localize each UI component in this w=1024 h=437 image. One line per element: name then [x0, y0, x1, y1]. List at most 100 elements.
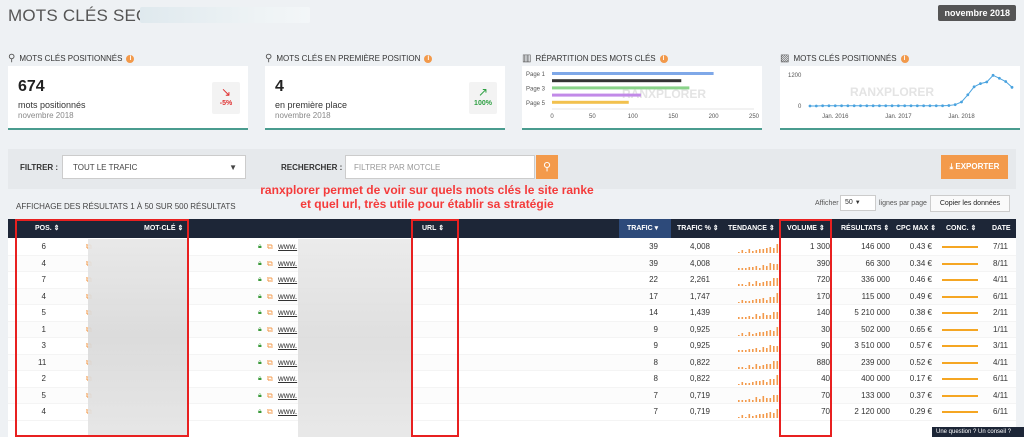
external-link-icon[interactable]: ⧉	[267, 404, 273, 420]
external-link-icon[interactable]: ⧉	[267, 338, 273, 354]
data-point	[859, 104, 862, 108]
trend-bar	[762, 347, 765, 352]
info-icon[interactable]: i	[424, 54, 433, 63]
cell-url-link[interactable]: www.	[278, 404, 297, 420]
trend-bar	[769, 329, 772, 336]
cell-url-link[interactable]: www.	[278, 338, 297, 354]
highlight-box-position-keyword	[15, 219, 189, 437]
trend-bar	[773, 394, 775, 402]
trend-bar	[752, 284, 754, 286]
cell-cpc: 0.29 €	[909, 407, 932, 416]
cell-cpc: 0.46 €	[909, 275, 932, 284]
trend-bar	[752, 399, 754, 402]
copy-data-button[interactable]: Copier les données	[930, 195, 1010, 212]
col-trafic-pct[interactable]: TRAFIC % ⇕	[677, 219, 719, 238]
cell-url-link[interactable]: www.	[278, 272, 297, 288]
help-chat-button[interactable]: Une question ? Un conseil ?	[932, 427, 1024, 437]
competition-bar	[942, 279, 978, 281]
external-link-icon[interactable]: ⧉	[267, 371, 273, 387]
cell-url-link[interactable]: www.	[278, 289, 297, 305]
trend-bar	[748, 398, 751, 402]
cell-cpc: 0.34 €	[909, 258, 932, 268]
trend-bar	[769, 363, 772, 369]
data-point	[947, 104, 951, 107]
cell-url-link[interactable]: www.	[278, 256, 297, 272]
external-link-icon[interactable]: ⧉	[267, 272, 273, 288]
trend-bar	[745, 417, 747, 418]
trend-bar	[752, 251, 754, 253]
info-icon[interactable]: i	[900, 54, 909, 63]
cell-trafic-pct: 4,008	[689, 258, 710, 268]
col-cpc[interactable]: CPC MAX ⇕	[896, 219, 936, 238]
lock-icon: 🔒︎	[258, 259, 262, 267]
cell-trafic: 7	[653, 390, 658, 400]
cell-date: 4/11	[993, 357, 1008, 367]
trend-bar	[762, 414, 765, 418]
trend-bar	[755, 298, 758, 303]
keyword-search-input[interactable]: FILTRER PAR MOTCLE	[345, 155, 535, 179]
search-button[interactable]: ⚲	[536, 155, 558, 179]
external-link-icon[interactable]: ⧉	[267, 388, 273, 404]
traffic-filter-select[interactable]: TOUT LE TRAFIC ▼	[62, 155, 246, 179]
cell-url-link[interactable]: www.	[278, 305, 297, 321]
data-point	[846, 104, 850, 108]
cell-cpc: 0.65 €	[909, 324, 932, 334]
external-link-icon[interactable]: ⧉	[267, 355, 273, 371]
trend-bar	[755, 332, 758, 336]
info-icon[interactable]: i	[126, 54, 135, 63]
card-distribution-title: ▥ RÉPARTITION DES MOTS CLÉS i	[522, 53, 668, 64]
per-page-select[interactable]: 50 ▼	[840, 195, 876, 211]
external-link-icon[interactable]: ⧉	[267, 289, 273, 305]
trend-bar	[773, 296, 775, 303]
cell-resultats: 3 510 000	[854, 341, 890, 350]
col-conc[interactable]: CONC. ⇕	[946, 219, 976, 238]
trend-bar	[755, 396, 758, 402]
trend-sparkline	[738, 375, 779, 385]
search-icon: ⚲	[265, 53, 273, 64]
export-button[interactable]: ⤓ EXPORTER	[941, 155, 1008, 179]
cell-url-link[interactable]: www.	[278, 388, 297, 404]
external-link-icon[interactable]: ⧉	[267, 256, 273, 272]
external-link-icon[interactable]: ⧉	[267, 239, 273, 255]
cell-resultats: 146 000	[861, 242, 890, 251]
x-tick-label: 50	[589, 114, 596, 120]
stat-label: en première place	[275, 100, 348, 110]
trend-bar	[748, 331, 751, 336]
data-point	[953, 103, 957, 107]
cell-trafic-pct: 0,822	[689, 357, 710, 367]
col-tendance[interactable]: TENDANCE ⇕	[728, 219, 775, 238]
trend-bar	[759, 414, 761, 418]
trend-bar	[773, 312, 775, 319]
distribution-bar-chart: RANXPLORERPage 1Page 3Page 50 50 100 150 200…	[526, 72, 760, 120]
trend-percent: -5%	[219, 100, 233, 107]
col-resultats[interactable]: RÉSULTATS ⇕	[841, 219, 889, 238]
competition-bar	[942, 246, 978, 248]
trend-bar	[762, 264, 765, 270]
cell-url-link[interactable]: www.	[278, 239, 297, 255]
cell-url-link[interactable]: www.	[278, 322, 297, 338]
trend-bar	[752, 366, 754, 369]
trend-bar	[759, 249, 761, 253]
external-link-icon[interactable]: ⧉	[267, 305, 273, 321]
evolution-chart-card: RANXPLORER 1200 0 Jan. 2016 Jan. 2017 Jan. 20…	[780, 66, 1020, 130]
col-trafic[interactable]: TRAFIC ▾	[619, 219, 671, 238]
data-point	[808, 104, 812, 108]
trend-bar	[762, 313, 765, 319]
stat-card-positioned: 674 mots positionnés novembre 2018 ↘ -5%	[8, 66, 248, 130]
blurred-urls	[298, 239, 413, 437]
cell-url-link[interactable]: www.	[278, 355, 297, 371]
trend-bar	[738, 317, 740, 319]
col-date[interactable]: DATE ⇕	[992, 219, 1016, 251]
trend-bar	[755, 348, 758, 352]
trend-bar	[766, 413, 768, 418]
trend-sparkline	[738, 244, 779, 253]
external-link-icon[interactable]: ⧉	[267, 322, 273, 338]
card-evolution-title: ▨ MOTS CLÉS POSITIONNÉS i	[780, 53, 909, 64]
competition-bar	[942, 345, 978, 347]
search-icon: ⚲	[8, 53, 16, 64]
data-point	[890, 104, 894, 108]
trend-chart-icon: ▨	[780, 53, 790, 64]
info-icon[interactable]: i	[659, 54, 668, 63]
cell-url-link[interactable]: www.	[278, 371, 297, 387]
trend-bar	[738, 301, 740, 303]
